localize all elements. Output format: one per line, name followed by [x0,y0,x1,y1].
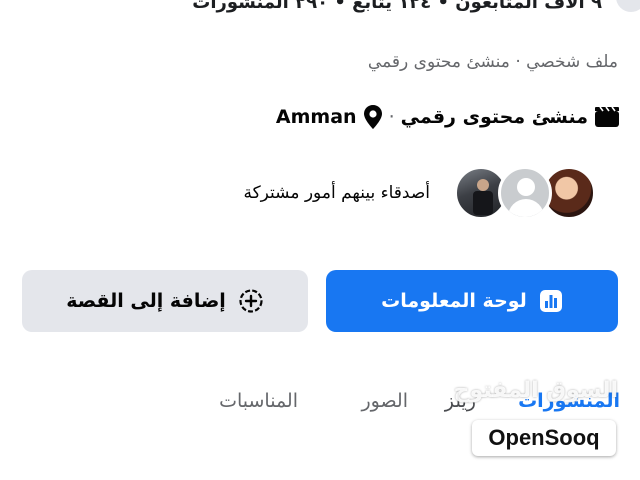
profile-meta-line: منشئ محتوى رقمي · Amman [276,104,620,130]
watermark-logo: OpenSooq [472,420,616,456]
location-pin-icon [363,104,383,130]
plus-circle-icon [238,288,264,314]
separator: · [388,106,395,128]
avatar[interactable] [498,166,552,220]
bar-chart-icon [539,289,563,313]
dashboard-label: لوحة المعلومات [381,290,527,312]
add-to-story-button[interactable]: إضافة إلى القصة [22,270,308,332]
tab-photos[interactable]: الصور [361,390,408,412]
dashboard-button[interactable]: لوحة المعلومات [326,270,618,332]
add-to-story-label: إضافة إلى القصة [66,290,226,312]
mutual-friends-avatars[interactable] [454,166,596,220]
category-label: منشئ محتوى رقمي [400,106,588,128]
tab-events[interactable]: المناسبات [219,390,298,412]
clapperboard-icon [594,106,620,128]
watermark-arabic: السوق المفتوح [453,378,618,403]
mutual-friends-text[interactable]: أصدقاء بينهم أمور مشتركة [243,183,430,203]
more-options-button[interactable] [616,0,640,12]
profile-stats[interactable]: ٩ آلاف المتابعون • ١٢٤ يتابع • ٢٩٠ المنش… [192,0,602,13]
profile-type-line: ملف شخصي · منشئ محتوى رقمي [367,52,618,72]
location-label[interactable]: Amman [276,106,357,128]
